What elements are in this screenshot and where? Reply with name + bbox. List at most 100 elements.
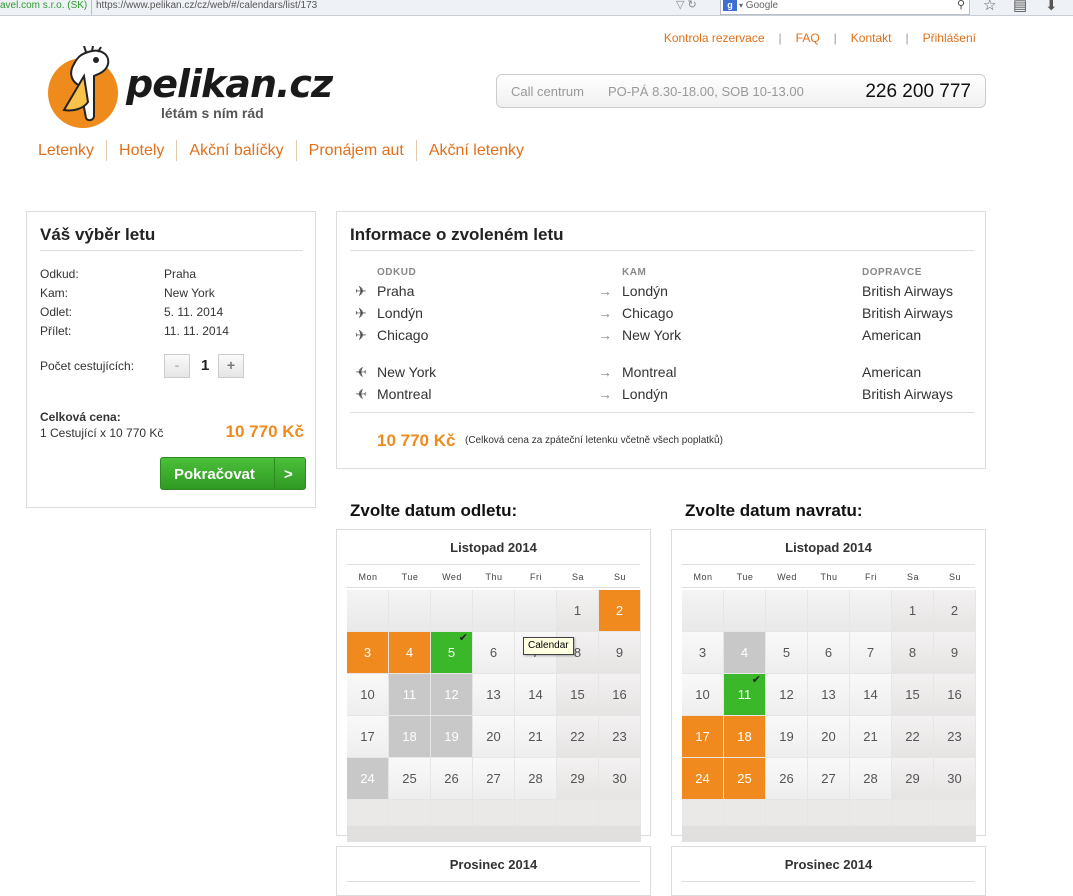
calendar-day-21[interactable]: 21 (515, 716, 557, 758)
calendar-day-20[interactable]: 20 (473, 716, 515, 758)
calendar-day-11[interactable]: 11 ✔ (724, 674, 766, 716)
calendar-month-title: Prosinec 2014 (449, 857, 538, 872)
calendar-day-26[interactable]: 26 (766, 758, 808, 800)
calendar-grid: 12345✔6789101112131415161718192021222324… (347, 590, 641, 842)
calendar-day-22[interactable]: 22 (557, 716, 599, 758)
reload-icon[interactable]: ↻ (688, 0, 697, 11)
download-icon[interactable]: ⬇ (1045, 0, 1058, 14)
calendar-day-2[interactable]: 2 (934, 590, 976, 632)
calendar-day-12[interactable]: 12 (766, 674, 808, 716)
search-input[interactable]: Google (746, 0, 778, 11)
nav-akcni-balicky[interactable]: Akční balíčky (176, 140, 295, 161)
calendar-day-19[interactable]: 19 (431, 716, 473, 758)
calendar-day-23[interactable]: 23 (599, 716, 641, 758)
calendar-day-16[interactable]: 16 (599, 674, 641, 716)
calendar-day-19[interactable]: 19 (766, 716, 808, 758)
continue-button[interactable]: Pokračovat > (160, 457, 306, 490)
calendar-day-13[interactable]: 13 (473, 674, 515, 716)
departure-calendar-heading: Zvolte datum odletu: (350, 501, 518, 520)
site-logo[interactable]: pelikan.cz létám s ním rád (48, 46, 333, 128)
calendar-day-18[interactable]: 18 (724, 716, 766, 758)
nav-pronajem-aut[interactable]: Pronájem aut (295, 140, 416, 161)
calendar-month-title: Listopad 2014 (785, 540, 872, 555)
calendar-day-9[interactable]: 9 (599, 632, 641, 674)
calendar-day-1[interactable]: 1 (892, 590, 934, 632)
link-kontrola-rezervace[interactable]: Kontrola rezervace (664, 31, 765, 45)
calendar-day-15[interactable]: 15 (892, 674, 934, 716)
calendar-day-24[interactable]: 24 (347, 758, 389, 800)
calendar-day-6[interactable]: 6 (473, 632, 515, 674)
calendar-day-14[interactable]: 14 (850, 674, 892, 716)
calendar-empty-cell (808, 590, 850, 632)
calendar-day-28[interactable]: 28 (515, 758, 557, 800)
calendar-day-10[interactable]: 10 (347, 674, 389, 716)
calendar-day-17[interactable]: 17 (347, 716, 389, 758)
link-faq[interactable]: FAQ (796, 31, 820, 45)
calendar-day-27[interactable]: 27 (473, 758, 515, 800)
call-centre-phone[interactable]: 226 200 777 (865, 81, 971, 103)
calendar-day-16[interactable]: 16 (934, 674, 976, 716)
calendar-day-12[interactable]: 12 (431, 674, 473, 716)
calendar-day-27[interactable]: 27 (808, 758, 850, 800)
nav-letenky[interactable]: Letenky (38, 140, 106, 161)
calendar-day-20[interactable]: 20 (808, 716, 850, 758)
calendar-day-22[interactable]: 22 (892, 716, 934, 758)
calendar-day-29[interactable]: 29 (892, 758, 934, 800)
calendar-day-7[interactable]: 7 (850, 632, 892, 674)
dropdown-icon[interactable]: ▽ (676, 0, 684, 11)
calendar-day-25[interactable]: 25 (724, 758, 766, 800)
link-kontakt[interactable]: Kontakt (851, 31, 892, 45)
info-price-note: (Celková cena za zpáteční letenku včetně… (465, 435, 723, 446)
passenger-increment-button[interactable]: + (218, 354, 244, 378)
calendar-day-5[interactable]: 5 (766, 632, 808, 674)
google-icon[interactable]: g (723, 0, 737, 11)
call-centre-box: Call centrum PO-PÁ 8.30-18.00, SOB 10-13… (496, 74, 986, 108)
calendar-day-30[interactable]: 30 (934, 758, 976, 800)
address-bar[interactable]: https://www.pelikan.cz/cz/web/#/calendar… (96, 0, 317, 15)
calendar-filler-cell (599, 800, 641, 826)
bookmarks-list-icon[interactable]: ▤ (1013, 0, 1027, 14)
calendar-filler-cell (389, 800, 431, 826)
calendar-day-3[interactable]: 3 (347, 632, 389, 674)
calendar-day-18[interactable]: 18 (389, 716, 431, 758)
address-bar-icons: ▽ ↻ (676, 0, 697, 11)
calendar-day-6[interactable]: 6 (808, 632, 850, 674)
selection-row-from: Odkud: Praha (40, 267, 197, 281)
calendar-day-30[interactable]: 30 (599, 758, 641, 800)
calendar-day-4[interactable]: 4 (389, 632, 431, 674)
calendar-day-1[interactable]: 1 (557, 590, 599, 632)
calendar-day-5[interactable]: 5 ✔ (431, 632, 473, 674)
calendar-filler-cell (682, 800, 724, 826)
nav-hotely[interactable]: Hotely (106, 140, 176, 161)
calendar-day-17[interactable]: 17 (682, 716, 724, 758)
search-icon[interactable]: ⚲ (957, 0, 965, 11)
nav-akcni-letenky[interactable]: Akční letenky (415, 140, 536, 161)
calendar-day-21[interactable]: 21 (850, 716, 892, 758)
calendar-day-28[interactable]: 28 (850, 758, 892, 800)
total-price-value: 10 770 Kč (225, 422, 304, 441)
calendar-day-11[interactable]: 11 (389, 674, 431, 716)
passenger-decrement-button[interactable]: - (164, 354, 190, 378)
bookmark-star-icon[interactable]: ☆ (983, 0, 996, 14)
calendar-day-14[interactable]: 14 (515, 674, 557, 716)
search-box[interactable]: g ▾ Google ⚲ (720, 0, 970, 15)
calendar-day-24[interactable]: 24 (682, 758, 724, 800)
calendar-day-26[interactable]: 26 (431, 758, 473, 800)
calendar-day-10[interactable]: 10 (682, 674, 724, 716)
calendar-day-9[interactable]: 9 (934, 632, 976, 674)
calendar-day-23[interactable]: 23 (934, 716, 976, 758)
calendar-month-title: Prosinec 2014 (784, 857, 873, 872)
calendar-day-13[interactable]: 13 (808, 674, 850, 716)
site-identity[interactable]: avel.com s.r.o. (SK) (0, 0, 92, 15)
link-prihlaseni[interactable]: Přihlášení (923, 31, 976, 45)
calendar-day-8[interactable]: 8 (892, 632, 934, 674)
calendar-day-3[interactable]: 3 (682, 632, 724, 674)
calendar-day-29[interactable]: 29 (557, 758, 599, 800)
calendar-day-2[interactable]: 2 (599, 590, 641, 632)
calendar-day-15[interactable]: 15 (557, 674, 599, 716)
arrow-right-icon: → (598, 386, 612, 402)
calendar-day-25[interactable]: 25 (389, 758, 431, 800)
check-icon: ✔ (751, 674, 761, 686)
calendar-filler-cell (892, 800, 934, 826)
search-engine-chevron-icon[interactable]: ▾ (739, 1, 743, 10)
